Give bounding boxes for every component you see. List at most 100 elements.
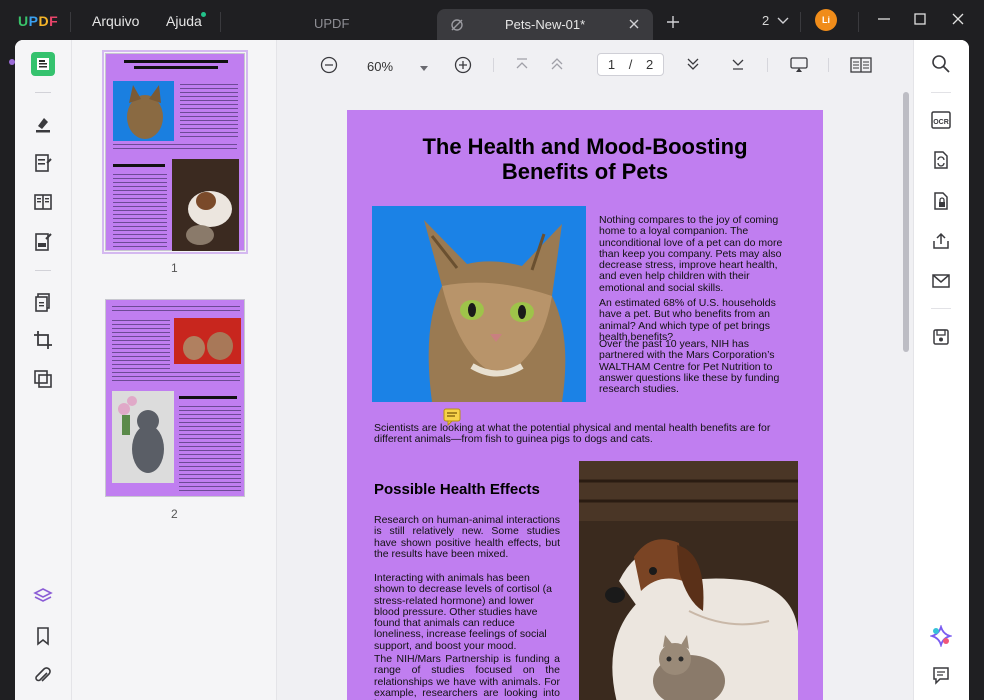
- page-thumbnail-1[interactable]: [102, 50, 248, 254]
- page-display-icon[interactable]: [850, 56, 872, 79]
- ai-assistant-icon[interactable]: [930, 625, 952, 647]
- organize-pages-icon[interactable]: [31, 290, 55, 314]
- main-window: 1 2 60% 1 / 2 The Health and Mood-Boosti…: [15, 40, 969, 700]
- chevron-down-icon: [777, 17, 789, 24]
- convert-icon[interactable]: [930, 149, 952, 171]
- section-heading: Possible Health Effects: [374, 481, 540, 498]
- thumb-cat2-image: [112, 391, 174, 483]
- bookmark-icon[interactable]: [31, 624, 55, 648]
- layers-copy-icon[interactable]: [31, 367, 55, 391]
- previous-page-icon[interactable]: [549, 56, 565, 77]
- divider: [70, 12, 71, 32]
- menu-arquivo[interactable]: Arquivo: [92, 13, 139, 29]
- thumbnail-label-2: 2: [171, 507, 178, 521]
- paragraph-cortisol: Interacting with animals has been shown …: [374, 572, 553, 652]
- thumb-heading-line: [113, 164, 165, 167]
- comment-list-icon[interactable]: [930, 664, 952, 686]
- first-page-icon[interactable]: [514, 56, 530, 77]
- thumb-dog-image: [172, 159, 239, 251]
- thumb-text-block: [179, 406, 241, 494]
- tab-count-value: 2: [762, 13, 770, 28]
- edit-pdf-icon[interactable]: [31, 151, 55, 175]
- thumb-text-block: [113, 174, 167, 250]
- reader-mode-icon[interactable]: [31, 52, 55, 76]
- page-current: 1: [607, 57, 616, 72]
- page-layout-icon[interactable]: [31, 190, 55, 214]
- zoom-out-icon[interactable]: [320, 56, 338, 79]
- title-bar: UPDF Arquivo Ajuda UPDF Pets-New-01* 2 L…: [0, 0, 984, 42]
- email-icon[interactable]: [930, 270, 952, 292]
- thumb-text-block: [113, 144, 237, 152]
- dog-and-cat-photo: [579, 461, 798, 700]
- new-tab-icon[interactable]: [665, 14, 681, 35]
- cat-photo: [372, 206, 586, 402]
- paragraph-intro: Nothing compares to the joy of coming ho…: [599, 214, 783, 294]
- tab-count[interactable]: 2: [762, 13, 789, 28]
- maximize-icon[interactable]: [912, 11, 928, 32]
- page-number-input[interactable]: 1 / 2: [597, 53, 664, 76]
- thumb-title-line: [124, 60, 228, 63]
- layers-icon[interactable]: [31, 584, 55, 608]
- thumb-text-block: [112, 372, 240, 384]
- form-icon[interactable]: [31, 230, 55, 254]
- thumb-title-line: [134, 66, 218, 69]
- thumb-plush-image: [174, 318, 241, 364]
- zoom-in-icon[interactable]: [454, 56, 472, 79]
- divider: [858, 12, 859, 32]
- save-icon[interactable]: [930, 326, 952, 348]
- crop-icon[interactable]: [31, 328, 55, 352]
- thumb-text-block: [180, 84, 238, 138]
- separator: [931, 308, 951, 309]
- pdf-page-1: The Health and Mood-Boosting Benefits of…: [347, 110, 823, 700]
- document-title: The Health and Mood-Boosting Benefits of…: [347, 134, 823, 184]
- comment-highlight-icon[interactable]: [31, 112, 55, 136]
- last-page-icon[interactable]: [730, 56, 746, 77]
- separator: [35, 92, 51, 93]
- ocr-icon[interactable]: OCR: [930, 109, 952, 131]
- title-line-2: Benefits of Pets: [501, 159, 669, 184]
- tab-title: Pets-New-01*: [505, 17, 586, 32]
- avatar[interactable]: Li: [815, 9, 837, 31]
- menu-ajuda[interactable]: Ajuda: [166, 13, 202, 29]
- thumb-text-block: [112, 306, 240, 314]
- notification-dot: [201, 12, 206, 17]
- tab-pets-new[interactable]: Pets-New-01*: [437, 9, 653, 42]
- thumb-text-block: [112, 320, 170, 370]
- page-separator: /: [628, 57, 633, 72]
- vertical-scrollbar[interactable]: [903, 92, 909, 352]
- page-thumbnail-2[interactable]: [105, 299, 245, 497]
- page-total: 2: [645, 57, 654, 72]
- unsynced-icon: [449, 17, 465, 38]
- app-logo: UPDF: [18, 13, 59, 29]
- minimize-icon[interactable]: [876, 11, 892, 32]
- right-toolbar: OCR: [913, 40, 969, 700]
- tab-updf[interactable]: UPDF: [314, 16, 349, 31]
- separator: [828, 58, 829, 72]
- next-page-icon[interactable]: [685, 56, 701, 77]
- paragraph-partnership: The NIH/Mars Partnership is funding a ra…: [374, 653, 560, 700]
- thumb-heading-line: [179, 396, 237, 399]
- zoom-dropdown-icon[interactable]: [419, 60, 429, 78]
- close-tab-icon[interactable]: [627, 17, 641, 36]
- separator: [493, 58, 494, 72]
- divider: [220, 12, 221, 32]
- document-viewer[interactable]: 60% 1 / 2 The Health and Mood-Boosting B…: [277, 40, 913, 700]
- left-toolbar: [15, 40, 72, 700]
- divider: [800, 12, 801, 32]
- attachment-icon[interactable]: [31, 664, 55, 688]
- presentation-icon[interactable]: [789, 56, 809, 79]
- svg-text:OCR: OCR: [933, 119, 949, 126]
- zoom-level[interactable]: 60%: [367, 59, 393, 74]
- protect-icon[interactable]: [930, 190, 952, 212]
- thumb-cat-image: [113, 81, 174, 141]
- paragraph-households: An estimated 68% of U.S. households have…: [599, 297, 776, 343]
- separator: [767, 58, 768, 72]
- thumbnail-panel: 1 2: [72, 40, 277, 700]
- separator: [931, 92, 951, 93]
- close-window-icon[interactable]: [950, 11, 966, 32]
- thumbnail-label-1: 1: [171, 261, 178, 275]
- paragraph-nih: Over the past 10 years, NIH has partnere…: [599, 338, 780, 396]
- search-icon[interactable]: [930, 53, 952, 75]
- share-icon[interactable]: [930, 230, 952, 252]
- view-toolbar: 60% 1 / 2: [277, 40, 913, 92]
